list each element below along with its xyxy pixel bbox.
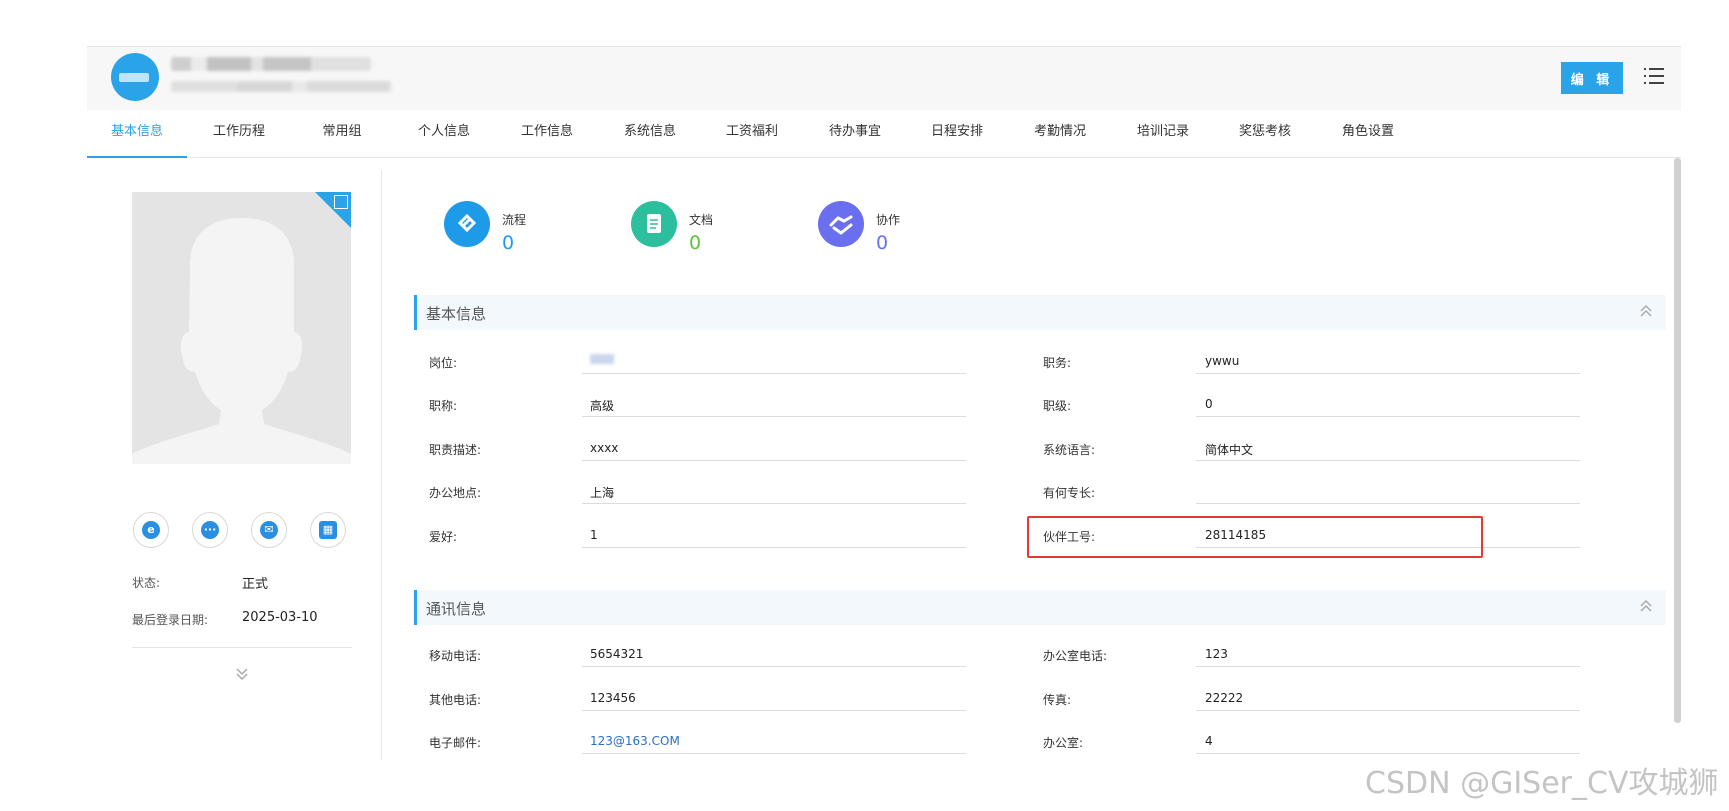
last-login-value: 2025-03-10 [242, 610, 318, 625]
status-label: 状态: [132, 576, 161, 590]
tab-basic-info[interactable]: 基本信息 [87, 111, 187, 158]
field-underline [582, 753, 966, 754]
stat-document-count[interactable]: 0 [689, 232, 701, 254]
stat-workflow-label: 流程 [502, 213, 527, 227]
edit-button[interactable]: 编 辑 [1561, 62, 1623, 94]
tab-common-groups[interactable]: 常用组 [292, 111, 392, 157]
tab-role-settings[interactable]: 角色设置 [1318, 111, 1418, 157]
field-underline [582, 710, 966, 711]
chevron-down-icon[interactable] [234, 666, 250, 682]
mail-icon[interactable]: ✉ [251, 512, 287, 548]
divider [132, 647, 352, 648]
field-underline [1196, 753, 1580, 754]
section-title: 通讯信息 [426, 600, 487, 618]
tab-system-info[interactable]: 系统信息 [600, 111, 700, 157]
field-underline [1196, 666, 1580, 667]
calendar-icon[interactable]: ▦ [310, 512, 346, 548]
list-menu-icon[interactable] [1644, 67, 1664, 85]
workflow-icon[interactable] [444, 201, 490, 247]
tab-bar: 基本信息 工作历程 常用组 个人信息 工作信息 系统信息 工资福利 待办事宜 日… [87, 111, 1681, 158]
basic-info-section-header: 基本信息 [414, 295, 1666, 330]
tab-personal-info[interactable]: 个人信息 [394, 111, 494, 157]
field-value[interactable]: xxxx [590, 441, 618, 455]
field-underline [1196, 416, 1580, 417]
left-panel: e ··· ✉ ▦ 状态: 正式 最后登录日期: 2025-03-10 [87, 170, 382, 760]
field-label: 爱好: [429, 530, 458, 544]
chat-icon[interactable]: ··· [192, 512, 228, 548]
field-label: 系统语言: [1043, 443, 1096, 457]
user-name-blurred [171, 57, 371, 71]
field-underline [582, 547, 966, 548]
profile-photo [132, 192, 351, 464]
field-underline [582, 373, 966, 374]
field-label: 办公室: [1043, 736, 1084, 750]
collapse-icon[interactable] [1638, 598, 1654, 614]
position-value-blurred [590, 354, 614, 364]
highlight-box [1027, 516, 1483, 558]
stat-workflow-count[interactable]: 0 [502, 232, 514, 254]
field-label: 其他电话: [429, 693, 482, 707]
user-subtitle-blurred [171, 81, 391, 92]
field-value[interactable]: ywwu [1205, 354, 1239, 368]
person-silhouette-icon [132, 218, 351, 464]
handshake-icon[interactable] [818, 201, 864, 247]
field-underline [1196, 503, 1580, 504]
field-label: 传真: [1043, 693, 1072, 707]
field-label: 电子邮件: [429, 736, 482, 750]
field-underline [582, 666, 966, 667]
stat-collab-label: 协作 [876, 213, 901, 227]
tab-salary-benefits[interactable]: 工资福利 [702, 111, 802, 157]
field-value[interactable]: 4 [1205, 734, 1213, 748]
expand-icon[interactable] [334, 195, 348, 209]
field-label: 岗位: [429, 356, 458, 370]
field-value[interactable]: 高级 [590, 397, 614, 414]
profile-header: 编 辑 [87, 46, 1681, 110]
tab-work-history[interactable]: 工作历程 [189, 111, 289, 157]
field-value[interactable]: 22222 [1205, 691, 1243, 705]
email-link[interactable]: 123@163.COM [590, 734, 680, 748]
field-value[interactable]: 123456 [590, 691, 636, 705]
field-value[interactable]: 上海 [590, 484, 614, 501]
stat-document-label: 文档 [689, 213, 714, 227]
field-underline [582, 460, 966, 461]
status-value: 正式 [242, 577, 269, 592]
field-label: 职责描述: [429, 443, 482, 457]
tab-rewards[interactable]: 奖惩考核 [1215, 111, 1315, 157]
profile-page: 编 辑 基本信息 工作历程 常用组 个人信息 工作信息 系统信息 工资福利 待办… [0, 0, 1729, 811]
tab-schedule[interactable]: 日程安排 [907, 111, 1007, 157]
watermark: CSDN @GISer_CV攻城狮 [1365, 766, 1719, 801]
tab-todo[interactable]: 待办事宜 [805, 111, 905, 157]
document-icon[interactable] [631, 201, 677, 247]
comm-info-section-header: 通讯信息 [414, 590, 1666, 625]
tab-work-info[interactable]: 工作信息 [497, 111, 597, 157]
field-value[interactable]: 123 [1205, 647, 1228, 661]
field-value[interactable]: 5654321 [590, 647, 643, 661]
field-label: 职务: [1043, 356, 1072, 370]
field-label: 移动电话: [429, 649, 482, 663]
stat-collab-count[interactable]: 0 [876, 232, 888, 254]
last-login-label: 最后登录日期: [132, 613, 209, 627]
avatar[interactable] [111, 53, 159, 101]
field-value[interactable]: 0 [1205, 397, 1213, 411]
collapse-icon[interactable] [1638, 303, 1654, 319]
field-label: 办公室电话: [1043, 649, 1108, 663]
section-title: 基本信息 [426, 305, 487, 323]
tab-training[interactable]: 培训记录 [1113, 111, 1213, 157]
field-value[interactable]: 简体中文 [1205, 441, 1253, 458]
field-underline [1196, 373, 1580, 374]
field-label: 职级: [1043, 399, 1072, 413]
scrollbar[interactable] [1674, 158, 1681, 723]
field-underline [582, 503, 966, 504]
field-label: 办公地点: [429, 486, 482, 500]
e-icon[interactable]: e [133, 512, 169, 548]
field-underline [1196, 710, 1580, 711]
field-underline [582, 416, 966, 417]
field-value[interactable]: 1 [590, 528, 598, 542]
field-label: 有何专长: [1043, 486, 1096, 500]
field-label: 职称: [429, 399, 458, 413]
field-underline [1196, 460, 1580, 461]
tab-attendance[interactable]: 考勤情况 [1010, 111, 1110, 157]
